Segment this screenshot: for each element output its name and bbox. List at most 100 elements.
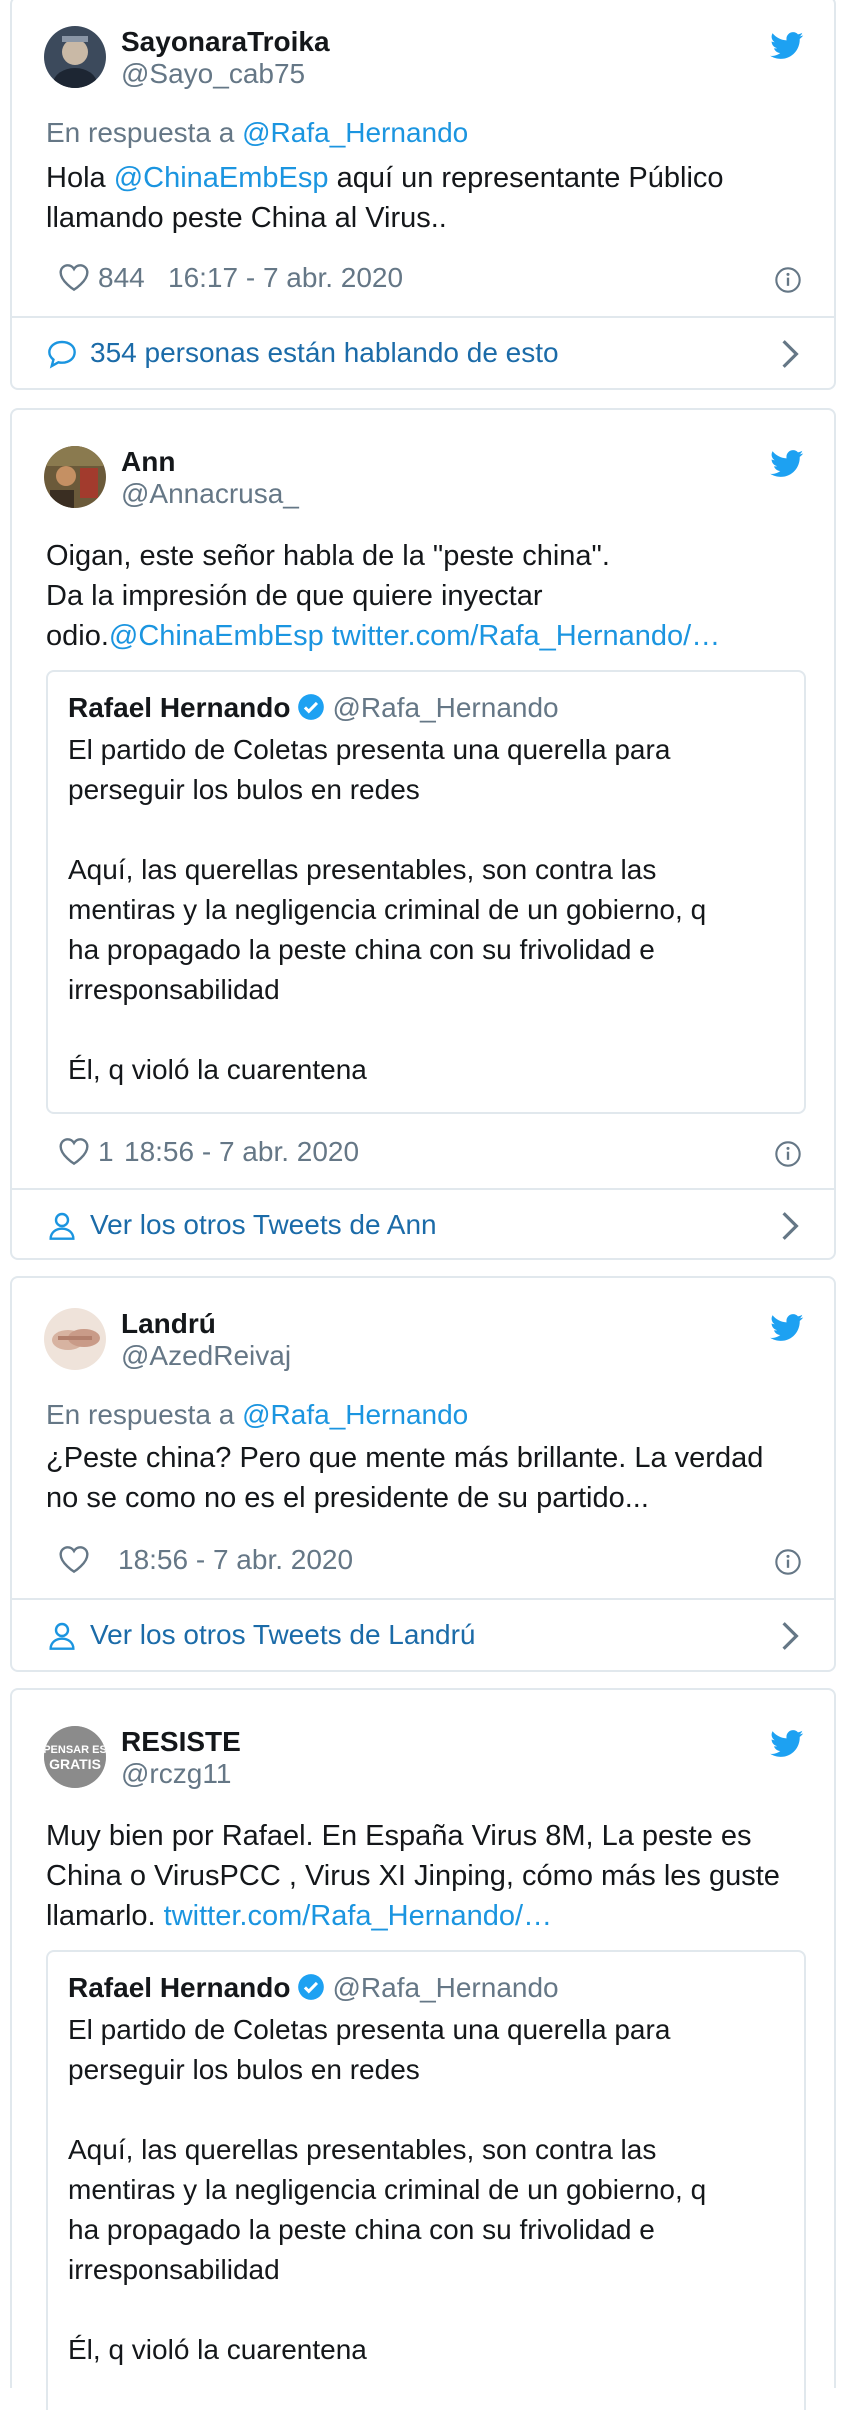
text-segment: Hola xyxy=(46,162,114,194)
twitter-bird-icon[interactable] xyxy=(770,32,804,60)
quoted-text-line: perseguir los bulos en redes xyxy=(68,774,420,805)
footer-link-text[interactable]: Ver los otros Tweets de Ann xyxy=(90,1207,437,1243)
chevron-right-icon[interactable] xyxy=(780,1620,800,1652)
avatar[interactable]: PENSAR ES GRATIS xyxy=(44,1726,106,1788)
quoted-handle[interactable]: @Rafa_Hernando xyxy=(333,692,559,723)
quoted-header: Rafael Hernando @Rafa_Hernando xyxy=(68,1970,559,2006)
quoted-header: Rafael Hernando @Rafa_Hernando xyxy=(68,690,559,726)
text-segment: no se como no es el presidente de su par… xyxy=(46,1482,649,1514)
timestamp[interactable]: 16:17 - 7 abr. 2020 xyxy=(168,260,403,296)
text-segment: Da la impresión de que quiere inyectar xyxy=(46,580,543,612)
tweet-card[interactable]: Ann @Annacrusa_ Oigan, este señor habla … xyxy=(10,408,836,1260)
user-handle[interactable]: @Annacrusa_ xyxy=(121,478,299,510)
text-segment: China o VirusPCC , Virus XI Jinping, cóm… xyxy=(46,1860,780,1892)
tweet-text-line: Hola @ChinaEmbEsp aquí un representante … xyxy=(46,158,816,198)
tweet-text-line: llamando peste China al Virus.. xyxy=(46,198,816,238)
quoted-handle[interactable]: @Rafa_Hernando xyxy=(333,1972,559,2003)
reply-context: En respuesta a @Rafa_Hernando xyxy=(46,116,468,150)
user-tweets-link[interactable]: Ver los otros Tweets de Landrú xyxy=(12,1600,834,1670)
avatar-image xyxy=(44,1308,106,1370)
quoted-display-name[interactable]: Rafael Hernando xyxy=(68,1972,291,2003)
quoted-text-line: Aquí, las querellas presentables, son co… xyxy=(68,2134,657,2165)
quoted-text-line xyxy=(68,2090,788,2130)
tweet-text-line: llamarlo. twitter.com/Rafa_Hernando/… xyxy=(46,1896,816,1936)
tweet-card[interactable]: SayonaraTroika @Sayo_cab75 En respuesta … xyxy=(10,0,836,390)
user-handle[interactable]: @AzedReivaj xyxy=(121,1340,291,1372)
user-handle[interactable]: @Sayo_cab75 xyxy=(121,58,305,90)
quoted-text: El partido de Coletas presenta una quere… xyxy=(68,730,788,1090)
text-segment: odio. xyxy=(46,620,109,652)
info-icon[interactable] xyxy=(774,1548,802,1576)
avatar-text-1: PENSAR ES xyxy=(44,1744,106,1756)
quoted-text-line xyxy=(68,1010,788,1050)
footer-link-text[interactable]: Ver los otros Tweets de Landrú xyxy=(90,1617,476,1653)
tweet-text-line: no se como no es el presidente de su par… xyxy=(46,1478,816,1518)
text-segment: ¿Peste china? Pero que mente más brillan… xyxy=(46,1442,764,1474)
like-count: 844 xyxy=(98,262,145,293)
url-link[interactable]: twitter.com/Rafa_Hernando/… xyxy=(164,1900,552,1932)
tweet-text-line: Oigan, este señor habla de la "peste chi… xyxy=(46,536,816,576)
reply-handle-link[interactable]: @Rafa_Hernando xyxy=(242,1399,468,1430)
quoted-text-line: ha propagado la peste china con su frivo… xyxy=(68,934,655,965)
display-name[interactable]: SayonaraTroika xyxy=(121,26,330,58)
info-icon[interactable] xyxy=(774,266,802,294)
conversation-link[interactable]: 354 personas están hablando de esto xyxy=(12,318,834,388)
tweet-text: Oigan, este señor habla de la "peste chi… xyxy=(46,536,816,656)
tweet-card[interactable]: PENSAR ES GRATIS RESISTE @rczg11 Muy bie… xyxy=(10,1688,836,2410)
reply-prefix: En respuesta a xyxy=(46,117,235,148)
avatar-image xyxy=(44,446,106,508)
quoted-text-line: Él, q violó la cuarentena xyxy=(68,2334,367,2365)
text-segment: aquí un representante Público xyxy=(328,162,724,194)
text-segment: Oigan, este señor habla de la "peste chi… xyxy=(46,540,610,572)
avatar-image: PENSAR ES GRATIS xyxy=(44,1726,106,1788)
mention-link[interactable]: @ChinaEmbEsp xyxy=(109,620,324,652)
text-segment xyxy=(324,620,332,652)
twitter-bird-icon[interactable] xyxy=(770,1314,804,1342)
quoted-text: El partido de Coletas presenta una quere… xyxy=(68,2010,788,2370)
quoted-display-name[interactable]: Rafael Hernando xyxy=(68,692,291,723)
display-name[interactable]: Ann xyxy=(121,446,175,478)
quoted-tweet[interactable]: Rafael Hernando @Rafa_Hernando El partido… xyxy=(46,670,806,1114)
quoted-text-line: El partido de Coletas presenta una quere… xyxy=(68,734,671,765)
twitter-bird-icon[interactable] xyxy=(770,1730,804,1758)
tweet-meta: 1 18:56 - 7 abr. 2020 xyxy=(46,1134,834,1170)
chevron-right-icon[interactable] xyxy=(780,338,800,370)
mention-link[interactable]: @ChinaEmbEsp xyxy=(114,162,329,194)
display-name[interactable]: RESISTE xyxy=(121,1726,241,1758)
tweet-card[interactable]: Landrú @AzedReivaj En respuesta a @Rafa_… xyxy=(10,1276,836,1672)
quoted-text-line xyxy=(68,2290,788,2330)
tweet-meta: 18:56 - 7 abr. 2020 xyxy=(46,1542,834,1578)
user-handle[interactable]: @rczg11 xyxy=(121,1758,231,1790)
text-segment: llamarlo. xyxy=(46,1900,164,1932)
quoted-text-line: ha propagado la peste china con su frivo… xyxy=(68,2214,655,2245)
timestamp[interactable]: 18:56 - 7 abr. 2020 xyxy=(124,1134,359,1170)
tweet-text-line: ¿Peste china? Pero que mente más brillan… xyxy=(46,1438,816,1478)
heart-icon[interactable] xyxy=(58,262,90,292)
reply-prefix: En respuesta a xyxy=(46,1399,235,1430)
quoted-text-line: perseguir los bulos en redes xyxy=(68,2054,420,2085)
avatar[interactable] xyxy=(44,1308,106,1370)
avatar[interactable] xyxy=(44,26,106,88)
timestamp[interactable]: 18:56 - 7 abr. 2020 xyxy=(118,1542,353,1578)
display-name[interactable]: Landrú xyxy=(121,1308,216,1340)
user-tweets-link[interactable]: Ver los otros Tweets de Ann xyxy=(12,1190,834,1260)
chevron-right-icon[interactable] xyxy=(780,1210,800,1242)
reply-handle-link[interactable]: @Rafa_Hernando xyxy=(242,117,468,148)
info-icon[interactable] xyxy=(774,1140,802,1168)
reply-context: En respuesta a @Rafa_Hernando xyxy=(46,1398,468,1432)
quoted-text-line: mentiras y la negligencia criminal de un… xyxy=(68,2174,707,2205)
quoted-text-line: mentiras y la negligencia criminal de un… xyxy=(68,894,707,925)
tweet-text: Hola @ChinaEmbEsp aquí un representante … xyxy=(46,158,816,238)
avatar[interactable] xyxy=(44,446,106,508)
heart-icon[interactable] xyxy=(58,1136,90,1166)
avatar-image xyxy=(44,26,106,88)
text-segment: Muy bien por Rafael. En España Virus 8M,… xyxy=(46,1820,752,1852)
quoted-tweet[interactable]: Rafael Hernando @Rafa_Hernando El partido… xyxy=(46,1950,806,2410)
twitter-bird-icon[interactable] xyxy=(770,450,804,478)
heart-icon[interactable] xyxy=(58,1544,90,1574)
footer-link-text[interactable]: 354 personas están hablando de esto xyxy=(90,335,559,371)
url-link[interactable]: twitter.com/Rafa_Hernando/… xyxy=(332,620,720,652)
tweet-text-line: Muy bien por Rafael. En España Virus 8M,… xyxy=(46,1816,816,1856)
tweet-text-line: odio.@ChinaEmbEsp twitter.com/Rafa_Herna… xyxy=(46,616,816,656)
verified-badge-icon xyxy=(297,1973,325,2001)
